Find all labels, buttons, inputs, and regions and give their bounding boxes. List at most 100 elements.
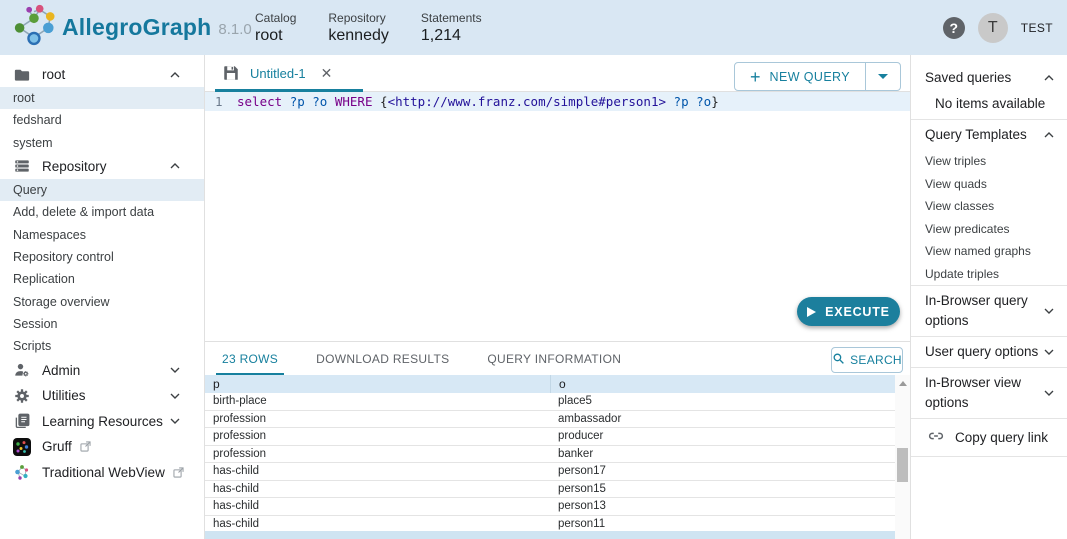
stat-catalog-value: root	[255, 27, 296, 45]
vertical-scrollbar[interactable]	[895, 375, 910, 539]
sidebar-item-fedshard-label: fedshard	[13, 113, 62, 127]
table-row[interactable]: has-child person13	[205, 498, 895, 516]
sidebar-item-system-label: system	[13, 136, 53, 150]
new-query-dropdown-button[interactable]	[866, 63, 900, 90]
sidebar-item-add-delete-import[interactable]: Add, delete & import data	[0, 201, 204, 223]
tab-download-results[interactable]: DOWNLOAD RESULTS	[310, 342, 455, 375]
results-table: p o birth-place place5 profession ambass…	[205, 375, 895, 539]
stat-statements: Statements 1,214	[421, 11, 482, 45]
sidebar-item-scripts[interactable]: Scripts	[0, 335, 204, 357]
sidebar-item-query-label: Query	[13, 183, 47, 197]
tab-download-results-label: DOWNLOAD RESULTS	[316, 352, 449, 366]
gruff-icon	[13, 438, 31, 456]
sidebar-item-system[interactable]: system	[0, 132, 204, 154]
sidebar-item-session[interactable]: Session	[0, 313, 204, 335]
cell-o: place5	[550, 393, 895, 410]
close-tab-icon[interactable]: ✕	[321, 65, 333, 82]
sidebar-item-traditional-webview[interactable]: Traditional WebView	[0, 459, 204, 485]
template-view-classes[interactable]: View classes	[911, 195, 1067, 218]
chevron-up-icon	[167, 158, 183, 174]
template-view-quads[interactable]: View quads	[911, 173, 1067, 196]
sidebar-item-gruff[interactable]: Gruff	[0, 434, 204, 460]
new-query-split-button: + NEW QUERY	[734, 62, 901, 91]
in-browser-query-options-label: In-Browser query options	[925, 291, 1037, 331]
column-header-p[interactable]: p	[205, 375, 550, 393]
stat-catalog-label: Catalog	[255, 11, 296, 25]
section-saved-queries[interactable]: Saved queries	[911, 63, 1067, 93]
sidebar-item-root-label: root	[13, 91, 35, 105]
sidebar-item-session-label: Session	[13, 317, 57, 331]
sidebar-item-namespaces[interactable]: Namespaces	[0, 223, 204, 245]
sidebar-item-replication[interactable]: Replication	[0, 268, 204, 290]
tab-rows[interactable]: 23 ROWS	[216, 342, 284, 375]
sidebar-section-repository[interactable]: Repository	[0, 154, 204, 179]
cell-o: producer	[550, 428, 895, 445]
right-sidebar: Saved queries No items available Query T…	[910, 55, 1067, 539]
chevron-down-icon	[167, 413, 183, 429]
tab-query-information[interactable]: QUERY INFORMATION	[481, 342, 627, 375]
cell-o: person15	[550, 481, 895, 498]
template-view-predicates[interactable]: View predicates	[911, 218, 1067, 241]
help-icon[interactable]: ?	[943, 17, 965, 39]
sidebar-item-utilities-label: Utilities	[42, 388, 86, 403]
sidebar-item-learning-resources[interactable]: Learning Resources	[0, 408, 204, 434]
tab-untitled-1[interactable]: Untitled-1	[250, 66, 306, 81]
new-query-button[interactable]: + NEW QUERY	[735, 63, 866, 90]
in-browser-view-options-label: In-Browser view options	[925, 373, 1037, 413]
save-icon[interactable]	[222, 64, 240, 82]
table-row[interactable]: profession producer	[205, 428, 895, 446]
query-templates-label: Query Templates	[925, 125, 1027, 145]
sidebar-item-query[interactable]: Query	[0, 179, 204, 201]
search-button[interactable]: SEARCH	[831, 347, 903, 373]
cell-o: person17	[550, 463, 895, 480]
sidebar-item-utilities[interactable]: Utilities	[0, 383, 204, 409]
section-query-templates[interactable]: Query Templates	[911, 120, 1067, 150]
cell-p: has-child	[205, 498, 550, 515]
column-header-o[interactable]: o	[550, 375, 895, 393]
table-row[interactable]: birth-place place5	[205, 393, 895, 411]
section-in-browser-view-options[interactable]: In-Browser view options	[911, 368, 1067, 418]
sidebar-item-repository-control[interactable]: Repository control	[0, 246, 204, 268]
table-row[interactable]: has-child person17	[205, 463, 895, 481]
sidebar-section-repository-label: Repository	[42, 159, 107, 174]
template-update-triples[interactable]: Update triples	[911, 263, 1067, 286]
vertical-scrollbar-thumb[interactable]	[897, 448, 908, 482]
user-avatar[interactable]: T	[978, 13, 1008, 43]
saved-queries-label: Saved queries	[925, 68, 1011, 88]
app-title: AllegroGraph	[62, 14, 211, 41]
caret-down-icon	[878, 74, 888, 79]
section-user-query-options[interactable]: User query options	[911, 337, 1067, 367]
sidebar-item-storage-overview[interactable]: Storage overview	[0, 290, 204, 312]
sidebar-item-fedshard[interactable]: fedshard	[0, 109, 204, 131]
book-icon	[13, 412, 31, 430]
external-link-icon	[79, 440, 92, 453]
sidebar-section-catalog-label: root	[42, 67, 65, 82]
horizontal-scrollbar[interactable]	[205, 531, 895, 539]
template-view-triples[interactable]: View triples	[911, 150, 1067, 173]
execute-label: EXECUTE	[825, 305, 890, 319]
sidebar-section-catalog[interactable]: root	[0, 62, 204, 87]
brand[interactable]: AllegroGraph 8.1.0	[10, 3, 255, 52]
table-row[interactable]: profession ambassador	[205, 411, 895, 429]
table-row[interactable]: profession banker	[205, 446, 895, 464]
gear-icon	[13, 387, 31, 405]
table-row[interactable]: has-child person15	[205, 481, 895, 499]
cell-o: person13	[550, 498, 895, 515]
template-view-named-graphs[interactable]: View named graphs	[911, 240, 1067, 263]
results-tab-bar: 23 ROWS DOWNLOAD RESULTS QUERY INFORMATI…	[205, 341, 910, 375]
plus-icon: +	[750, 68, 761, 86]
execute-button[interactable]: EXECUTE	[797, 297, 900, 326]
link-icon	[927, 427, 945, 448]
sidebar-item-admin[interactable]: Admin	[0, 357, 204, 383]
stat-catalog: Catalog root	[255, 11, 296, 45]
sidebar-item-namespaces-label: Namespaces	[13, 228, 86, 242]
section-in-browser-query-options[interactable]: In-Browser query options	[911, 286, 1067, 336]
tab-rows-label: 23 ROWS	[222, 352, 278, 366]
sidebar-item-root[interactable]: root	[0, 87, 204, 109]
copy-query-link-button[interactable]: Copy query link	[911, 419, 1067, 456]
sidebar-item-learning-resources-label: Learning Resources	[42, 414, 163, 429]
cell-o: banker	[550, 446, 895, 463]
scroll-up-arrow-icon[interactable]	[895, 377, 910, 389]
cell-p: birth-place	[205, 393, 550, 410]
chevron-down-icon	[1041, 385, 1057, 401]
